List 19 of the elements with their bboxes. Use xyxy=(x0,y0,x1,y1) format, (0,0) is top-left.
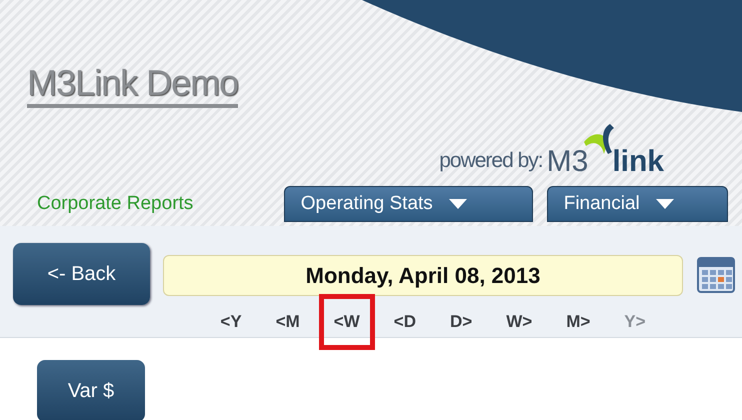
back-button[interactable]: <- Back xyxy=(13,243,150,305)
menu-tab[interactable]: Operating Stats xyxy=(284,186,533,222)
date-step-link[interactable]: <M xyxy=(260,294,315,350)
calendar-icon[interactable] xyxy=(697,257,735,293)
date-step-link[interactable]: D> xyxy=(435,294,488,350)
caret-icon xyxy=(656,199,674,209)
brand-text: M3 xyxy=(546,146,588,178)
date-step-link[interactable]: <Y xyxy=(205,294,257,350)
powered-by-text: powered by: xyxy=(439,148,543,174)
brand-text: link xyxy=(612,146,664,178)
date-step-link[interactable]: W> xyxy=(491,294,548,350)
date-step-link[interactable]: M> xyxy=(551,294,606,350)
app-title: M3Link Demo xyxy=(27,62,238,108)
menu-tab[interactable]: Financial xyxy=(546,186,728,222)
caret-icon xyxy=(448,199,467,209)
date-step-link[interactable]: <D xyxy=(378,294,431,350)
date-step-link[interactable]: <W xyxy=(318,294,375,350)
date-field[interactable]: Monday, April 08, 2013 xyxy=(163,255,683,296)
var-button[interactable]: Var $ xyxy=(37,360,145,420)
